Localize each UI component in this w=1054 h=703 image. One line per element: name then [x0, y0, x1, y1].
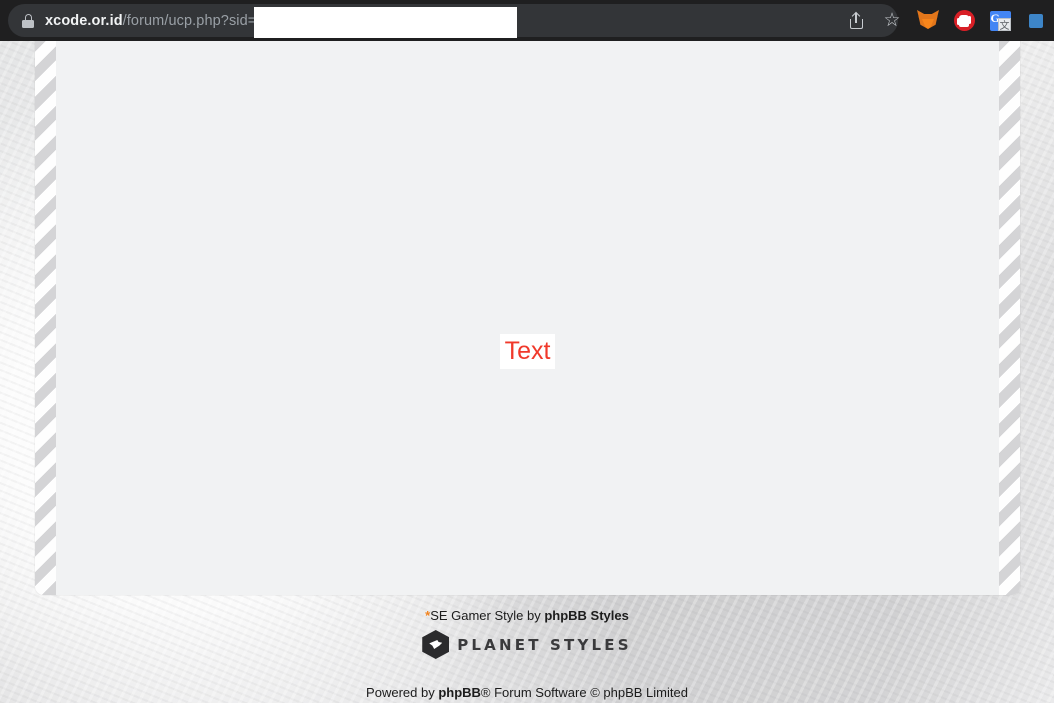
url-text: xcode.or.id/forum/ucp.php?sid==163 [45, 13, 289, 29]
style-author-link[interactable]: phpBB Styles [544, 608, 629, 623]
share-icon [849, 11, 863, 29]
metamask-extension-button[interactable] [910, 0, 946, 41]
browser-toolbar-icons: ☆ G [838, 0, 1054, 41]
star-icon: ☆ [883, 10, 901, 31]
partial-extension-button[interactable] [1018, 0, 1054, 41]
adblock-extension-button[interactable] [946, 0, 982, 41]
forum-page-container: Ethical Elite Hacker v5 - Kelas umum (18… [35, 0, 1020, 595]
annotation-label: Text [504, 337, 551, 365]
phpbb-link[interactable]: phpBB [438, 685, 481, 700]
partial-extension-icon [1027, 10, 1045, 31]
forum-page-inner [56, 0, 999, 595]
credits-area: *SE Gamer Style by phpBB Styles PLANET S… [0, 608, 1054, 700]
google-translate-extension-button[interactable]: G [982, 0, 1018, 41]
style-credit-text: SE Gamer Style by [430, 608, 545, 623]
google-translate-icon: G [989, 10, 1011, 32]
planet-styles-name: PLANET STYLES [457, 635, 632, 654]
url-domain: xcode.or.id [45, 12, 123, 29]
style-credit: *SE Gamer Style by phpBB Styles [0, 608, 1054, 623]
address-bar[interactable]: xcode.or.id/forum/ucp.php?sid==163 [8, 4, 898, 38]
hexagon-logo-icon [422, 630, 450, 659]
adblock-icon [953, 10, 975, 31]
powered-suffix: ® Forum Software © phpBB Limited [480, 685, 688, 700]
powered-by-credit: Powered by phpBB® Forum Software © phpBB… [0, 685, 1054, 700]
browser-chrome: xcode.or.id/forum/ucp.php?sid==163 ☆ G [0, 0, 1054, 41]
metamask-fox-icon [917, 10, 939, 31]
bookmark-button[interactable]: ☆ [874, 0, 910, 41]
share-button[interactable] [838, 0, 874, 41]
lock-icon [22, 13, 34, 28]
powered-prefix: Powered by [366, 685, 439, 700]
url-redaction-box [254, 7, 517, 38]
text-annotation-overlay: Text [500, 334, 555, 369]
url-path: /forum/ucp.php?sid= [122, 12, 257, 29]
planet-styles-logo[interactable]: PLANET STYLES [422, 630, 632, 659]
